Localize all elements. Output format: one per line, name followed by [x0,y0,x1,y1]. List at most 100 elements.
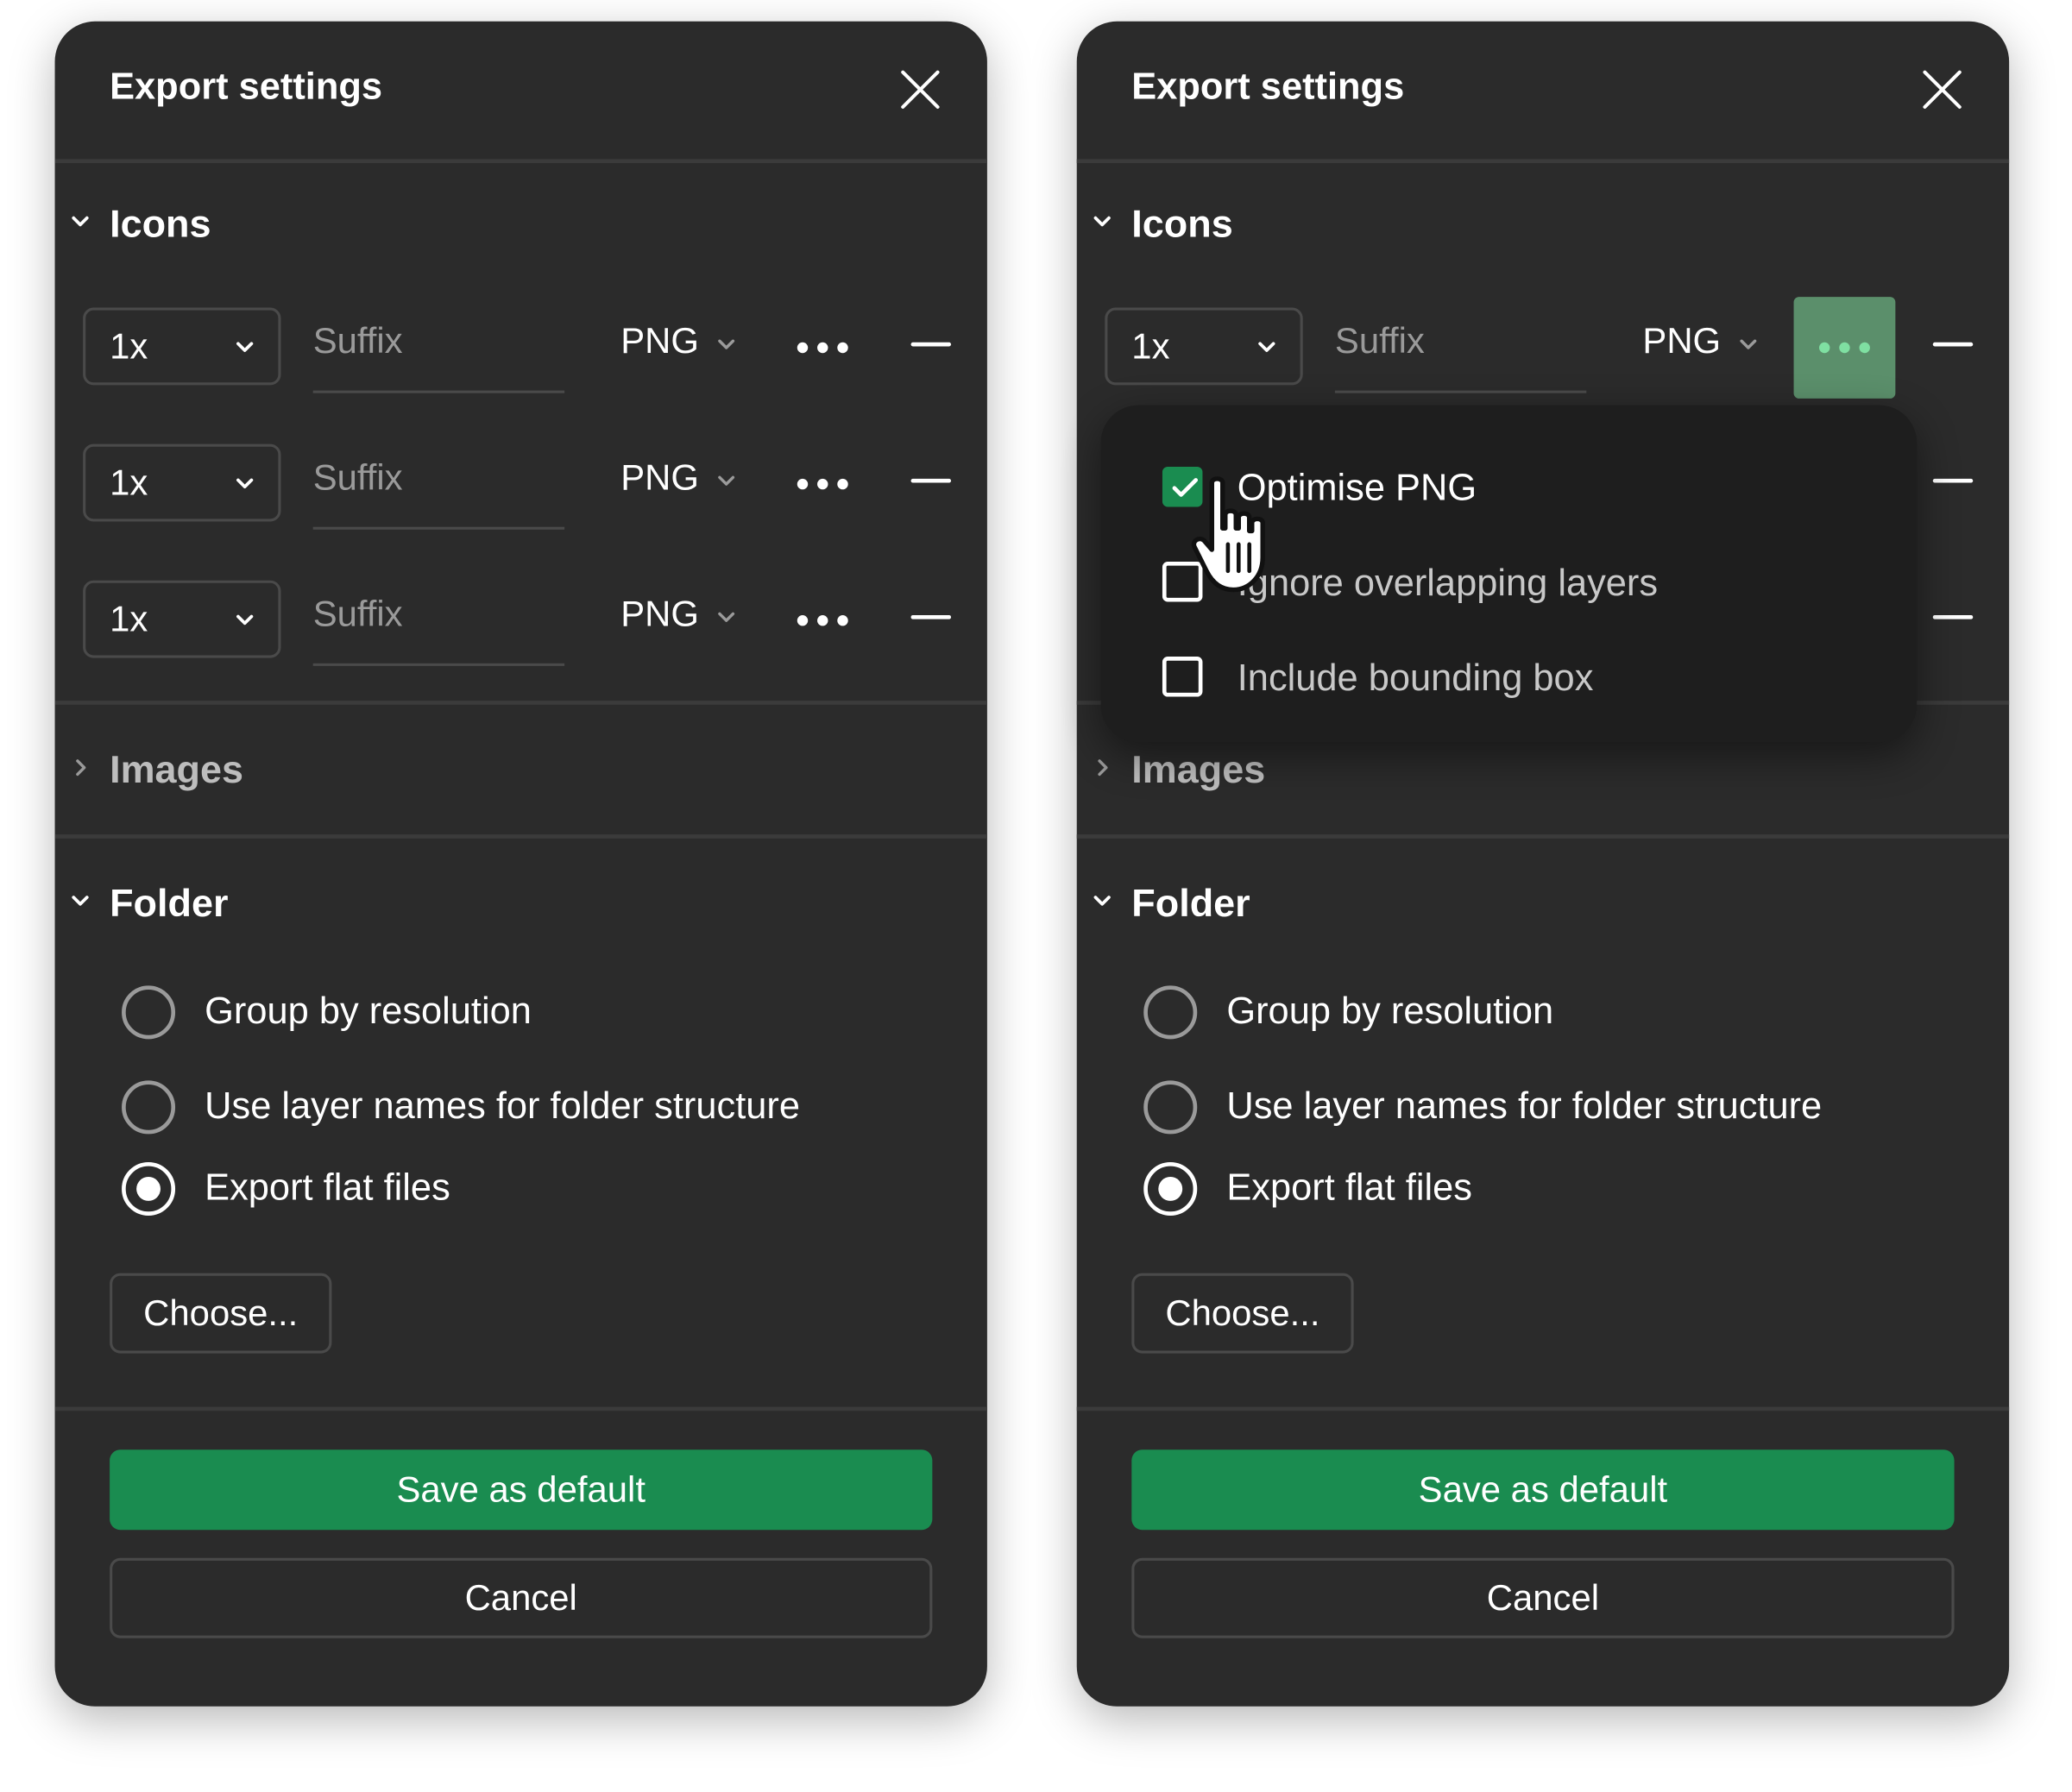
chevron-down-icon [236,614,254,626]
chevron-down-icon [72,216,89,227]
checkbox-label: Ignore overlapping layers [1237,562,1659,604]
section-divider [1076,1406,2010,1412]
more-dots-icon [797,615,848,626]
format-select[interactable]: PNG [620,321,735,374]
section-icons-label: Icons [1131,203,1233,247]
more-options-popover: Optimise PNG Ignore overlapping layers I… [1100,405,1918,743]
stage: Export settings Icons 1x PNG [0,0,2065,1792]
format-value: PNG [620,594,699,634]
export-row: 1x PNG [55,307,987,393]
section-folder-toggle[interactable]: Folder [1077,877,2009,931]
scale-value: 1x [110,326,148,367]
section-images-label: Images [110,749,244,792]
more-options-button[interactable] [771,433,873,535]
suffix-input[interactable] [1334,321,1584,363]
radio-circle [122,1080,176,1135]
suffix-field [312,308,565,393]
more-options-button-active[interactable] [1793,297,1896,399]
minus-icon[interactable] [910,342,952,348]
scale-value: 1x [1131,326,1170,367]
save-as-default-button[interactable]: Save as default [110,1449,933,1531]
radio-circle-selected [122,1161,176,1216]
chevron-down-icon [1093,896,1111,906]
section-images-toggle[interactable]: Images [1077,744,2009,797]
more-dots-icon [797,478,848,490]
export-row: 1x PNG [1077,297,2009,399]
panel-title: Export settings [110,65,383,107]
more-dots-icon [797,342,848,354]
panel-title: Export settings [1131,65,1405,107]
radio-circle [122,985,176,1040]
radio-label: Group by resolution [1226,990,1554,1032]
section-folder-label: Folder [1131,882,1250,926]
suffix-input[interactable] [312,321,562,363]
chevron-down-icon [1093,216,1111,227]
radio-label: Group by resolution [205,990,532,1032]
section-images-label: Images [1131,749,1266,792]
section-icons-label: Icons [110,203,211,247]
section-images-toggle[interactable]: Images [55,744,987,797]
scale-select[interactable]: 1x [83,443,281,522]
suffix-input[interactable] [312,457,562,500]
minus-icon[interactable] [910,615,952,620]
format-value: PNG [620,457,699,498]
export-row: 1x PNG [55,580,987,666]
suffix-field [312,581,565,666]
scale-select[interactable]: 1x [83,580,281,658]
suffix-field [312,444,565,530]
chevron-down-icon [718,475,735,486]
format-select[interactable]: PNG [620,457,735,511]
radio-label: Export flat files [205,1166,450,1208]
section-divider [54,701,987,705]
choose-folder-button[interactable]: Choose... [110,1273,332,1354]
export-row: 1x PNG [55,443,987,530]
scale-value: 1x [110,462,148,503]
chevron-right-icon [76,759,86,777]
minus-icon[interactable] [910,478,952,484]
export-settings-panel: Export settings Icons 1x PNG [1076,21,2010,1707]
minus-icon[interactable] [1932,478,1974,484]
section-divider [54,834,987,839]
radio-circle-selected [1143,1161,1198,1216]
format-value: PNG [1642,321,1722,362]
choose-folder-button[interactable]: Choose... [1131,1273,1354,1354]
checkbox-unchecked [1162,657,1203,697]
section-icons-toggle[interactable]: Icons [55,198,987,251]
hand-pointer-cursor-icon [1191,476,1265,593]
panel-header: Export settings [1076,22,2010,164]
close-icon[interactable] [1921,68,1964,111]
chevron-down-icon [718,339,735,349]
suffix-field [1334,308,1587,393]
section-divider [54,1406,987,1412]
radio-circle [1143,985,1198,1040]
radio-label: Use layer names for folder structure [1226,1085,1823,1127]
cancel-button[interactable]: Cancel [110,1557,933,1638]
radio-circle [1143,1080,1198,1135]
more-dots-icon [1819,342,1870,354]
cancel-button[interactable]: Cancel [1131,1557,1955,1638]
section-folder-label: Folder [110,882,229,926]
panel-header: Export settings [54,22,987,164]
radio-label: Use layer names for folder structure [205,1085,800,1127]
minus-icon[interactable] [1932,615,1974,620]
more-options-button[interactable] [771,297,873,399]
chevron-down-icon [236,342,254,352]
close-icon[interactable] [899,68,942,111]
format-select[interactable]: PNG [620,594,735,647]
section-icons-toggle[interactable]: Icons [1077,198,2009,251]
scale-value: 1x [110,599,148,639]
more-options-button[interactable] [771,569,873,671]
scale-select[interactable]: 1x [1105,307,1303,386]
format-value: PNG [620,321,699,362]
radio-label: Export flat files [1226,1166,1472,1208]
chevron-down-icon [718,612,735,622]
section-divider [1076,834,2010,839]
scale-select[interactable]: 1x [83,307,281,386]
chevron-right-icon [1098,759,1108,777]
save-as-default-button[interactable]: Save as default [1131,1449,1955,1531]
suffix-input[interactable] [312,594,562,636]
section-folder-toggle[interactable]: Folder [55,877,987,931]
chevron-down-icon [72,896,89,906]
minus-icon[interactable] [1932,342,1974,348]
format-select[interactable]: PNG [1642,321,1757,374]
